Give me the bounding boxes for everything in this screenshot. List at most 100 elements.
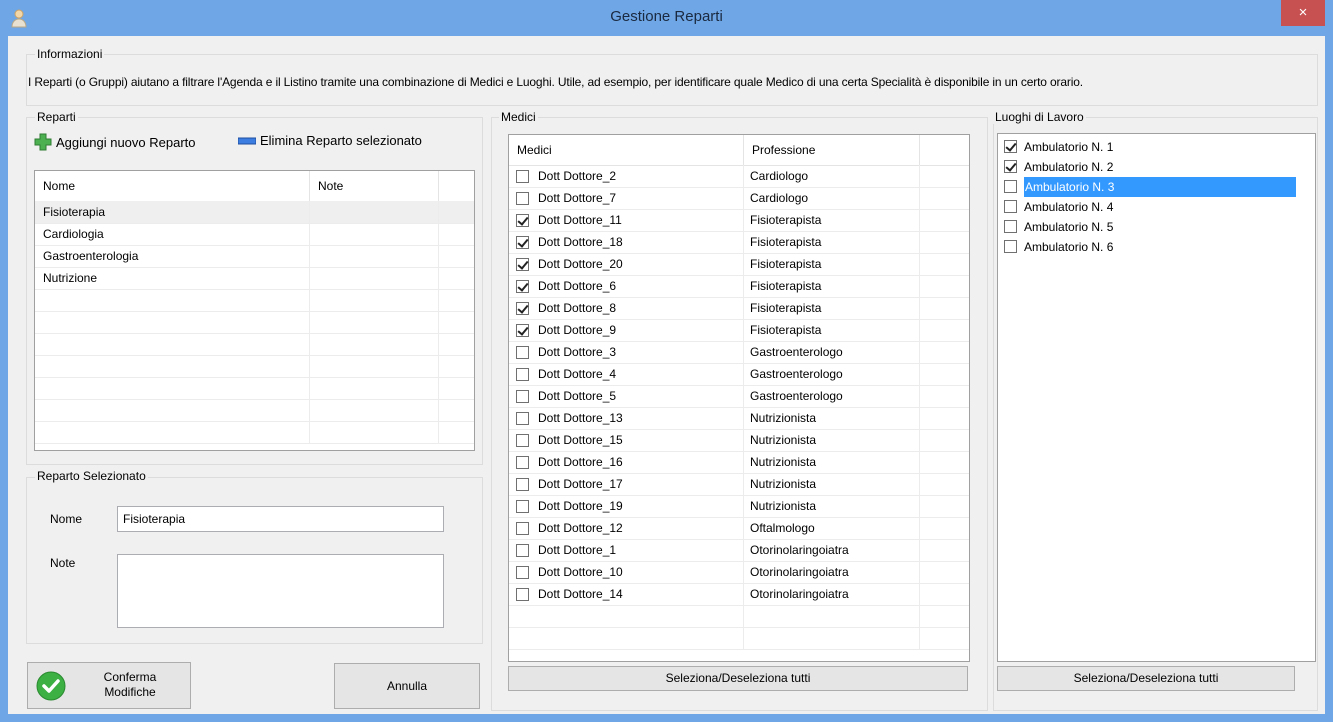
- table-row[interactable]: Dott Dottore_3 Gastroenterologo: [509, 341, 969, 364]
- luogo-item[interactable]: Ambulatorio N. 2: [998, 157, 1295, 177]
- table-row[interactable]: [35, 289, 474, 312]
- medici-table[interactable]: Medici Professione Dott Dottore_2 Cardiol…: [508, 134, 970, 662]
- reparti-table[interactable]: Nome Note Fisioterapia Cardiologia Gastroe…: [34, 170, 475, 451]
- table-row[interactable]: [35, 421, 474, 444]
- table-row[interactable]: [35, 355, 474, 378]
- luogo-item[interactable]: Ambulatorio N. 5: [998, 217, 1295, 237]
- table-row[interactable]: Dott Dottore_2 Cardiologo: [509, 165, 969, 188]
- professione-cell: Otorinolaringoiatra: [744, 539, 920, 561]
- medico-checkbox[interactable]: [516, 500, 529, 513]
- table-row[interactable]: Dott Dottore_20 Fisioterapista: [509, 253, 969, 276]
- nome-input[interactable]: Fisioterapia: [117, 506, 444, 532]
- medico-checkbox[interactable]: [516, 170, 529, 183]
- column-header-nome[interactable]: Nome: [35, 171, 310, 201]
- reparto-note-cell: [310, 267, 439, 289]
- column-header-professione[interactable]: Professione: [744, 135, 920, 165]
- medico-checkbox[interactable]: [516, 368, 529, 381]
- luogo-item[interactable]: Ambulatorio N. 3: [998, 177, 1296, 197]
- medico-cell: Dott Dottore_12: [509, 517, 744, 539]
- table-row[interactable]: [35, 333, 474, 356]
- medici-select-all-button[interactable]: Seleziona/Deseleziona tutti: [508, 666, 968, 691]
- table-row[interactable]: [509, 605, 969, 628]
- table-row[interactable]: Dott Dottore_4 Gastroenterologo: [509, 363, 969, 386]
- medico-checkbox[interactable]: [516, 214, 529, 227]
- luogo-item[interactable]: Ambulatorio N. 6: [998, 237, 1295, 257]
- table-row[interactable]: Nutrizione: [35, 267, 474, 290]
- table-row[interactable]: Cardiologia: [35, 223, 474, 246]
- professione-cell: Gastroenterologo: [744, 341, 920, 363]
- table-row[interactable]: Dott Dottore_9 Fisioterapista: [509, 319, 969, 342]
- column-header-medici[interactable]: Medici: [509, 135, 744, 165]
- medico-checkbox[interactable]: [516, 346, 529, 359]
- professione-cell: Nutrizionista: [744, 407, 920, 429]
- luogo-item[interactable]: Ambulatorio N. 4: [998, 197, 1295, 217]
- medico-name: Dott Dottore_7: [538, 191, 617, 205]
- table-row[interactable]: [35, 311, 474, 334]
- add-reparto-button[interactable]: Aggiungi nuovo Reparto: [34, 133, 196, 151]
- luogo-item[interactable]: Ambulatorio N. 1: [998, 137, 1295, 157]
- table-row[interactable]: [35, 399, 474, 422]
- close-button[interactable]: ×: [1281, 0, 1325, 26]
- table-row[interactable]: Dott Dottore_16 Nutrizionista: [509, 451, 969, 474]
- medico-checkbox[interactable]: [516, 280, 529, 293]
- medico-checkbox[interactable]: [516, 324, 529, 337]
- professione-cell: Otorinolaringoiatra: [744, 583, 920, 605]
- medico-checkbox[interactable]: [516, 258, 529, 271]
- luogo-checkbox[interactable]: [1004, 180, 1017, 193]
- table-row[interactable]: Dott Dottore_1 Otorinolaringoiatra: [509, 539, 969, 562]
- luogo-checkbox[interactable]: [1004, 200, 1017, 213]
- medico-checkbox[interactable]: [516, 544, 529, 557]
- table-row[interactable]: Dott Dottore_5 Gastroenterologo: [509, 385, 969, 408]
- medici-group-label: Medici: [499, 110, 538, 124]
- table-row[interactable]: Dott Dottore_15 Nutrizionista: [509, 429, 969, 452]
- delete-reparto-button[interactable]: Elimina Reparto selezionato: [238, 133, 422, 148]
- medico-checkbox[interactable]: [516, 192, 529, 205]
- table-row[interactable]: Dott Dottore_17 Nutrizionista: [509, 473, 969, 496]
- table-row[interactable]: Dott Dottore_7 Cardiologo: [509, 187, 969, 210]
- table-row[interactable]: [509, 627, 969, 650]
- medico-cell: Dott Dottore_19: [509, 495, 744, 517]
- medico-checkbox[interactable]: [516, 434, 529, 447]
- title-bar: Gestione Reparti ×: [0, 0, 1333, 36]
- table-row[interactable]: Dott Dottore_11 Fisioterapista: [509, 209, 969, 232]
- table-row[interactable]: Dott Dottore_18 Fisioterapista: [509, 231, 969, 254]
- medico-checkbox[interactable]: [516, 478, 529, 491]
- table-row[interactable]: Dott Dottore_6 Fisioterapista: [509, 275, 969, 298]
- note-textarea[interactable]: [117, 554, 444, 628]
- medico-checkbox[interactable]: [516, 566, 529, 579]
- info-group-label: Informazioni: [35, 47, 105, 61]
- medico-cell: Dott Dottore_8: [509, 297, 744, 319]
- table-row[interactable]: Dott Dottore_13 Nutrizionista: [509, 407, 969, 430]
- table-row[interactable]: Dott Dottore_10 Otorinolaringoiatra: [509, 561, 969, 584]
- luogo-checkbox[interactable]: [1004, 160, 1017, 173]
- table-row[interactable]: Gastroenterologia: [35, 245, 474, 268]
- cancel-button[interactable]: Annulla: [334, 663, 480, 709]
- medico-checkbox[interactable]: [516, 236, 529, 249]
- luogo-name: Ambulatorio N. 2: [1024, 160, 1114, 174]
- professione-cell: Fisioterapista: [744, 253, 920, 275]
- medico-checkbox[interactable]: [516, 588, 529, 601]
- medico-checkbox[interactable]: [516, 522, 529, 535]
- table-row[interactable]: Dott Dottore_19 Nutrizionista: [509, 495, 969, 518]
- medico-cell: Dott Dottore_15: [509, 429, 744, 451]
- window-title: Gestione Reparti: [610, 8, 723, 25]
- medico-checkbox[interactable]: [516, 302, 529, 315]
- luogo-checkbox[interactable]: [1004, 140, 1017, 153]
- table-row[interactable]: Fisioterapia: [35, 201, 474, 224]
- luoghi-list[interactable]: Ambulatorio N. 1 Ambulatorio N. 2 Ambulato…: [997, 133, 1316, 662]
- luogo-checkbox[interactable]: [1004, 220, 1017, 233]
- medico-checkbox[interactable]: [516, 412, 529, 425]
- column-header-note[interactable]: Note: [310, 171, 439, 201]
- medico-checkbox[interactable]: [516, 390, 529, 403]
- reparto-note-cell: [310, 201, 439, 223]
- luogo-checkbox[interactable]: [1004, 240, 1017, 253]
- luoghi-select-all-button[interactable]: Seleziona/Deseleziona tutti: [997, 666, 1295, 691]
- table-row[interactable]: [35, 377, 474, 400]
- medico-cell: Dott Dottore_4: [509, 363, 744, 385]
- table-row[interactable]: Dott Dottore_12 Oftalmologo: [509, 517, 969, 540]
- confirm-button[interactable]: Conferma Modifiche: [27, 662, 191, 709]
- table-row[interactable]: Dott Dottore_8 Fisioterapista: [509, 297, 969, 320]
- table-row[interactable]: Dott Dottore_14 Otorinolaringoiatra: [509, 583, 969, 606]
- medico-cell: Dott Dottore_10: [509, 561, 744, 583]
- medico-checkbox[interactable]: [516, 456, 529, 469]
